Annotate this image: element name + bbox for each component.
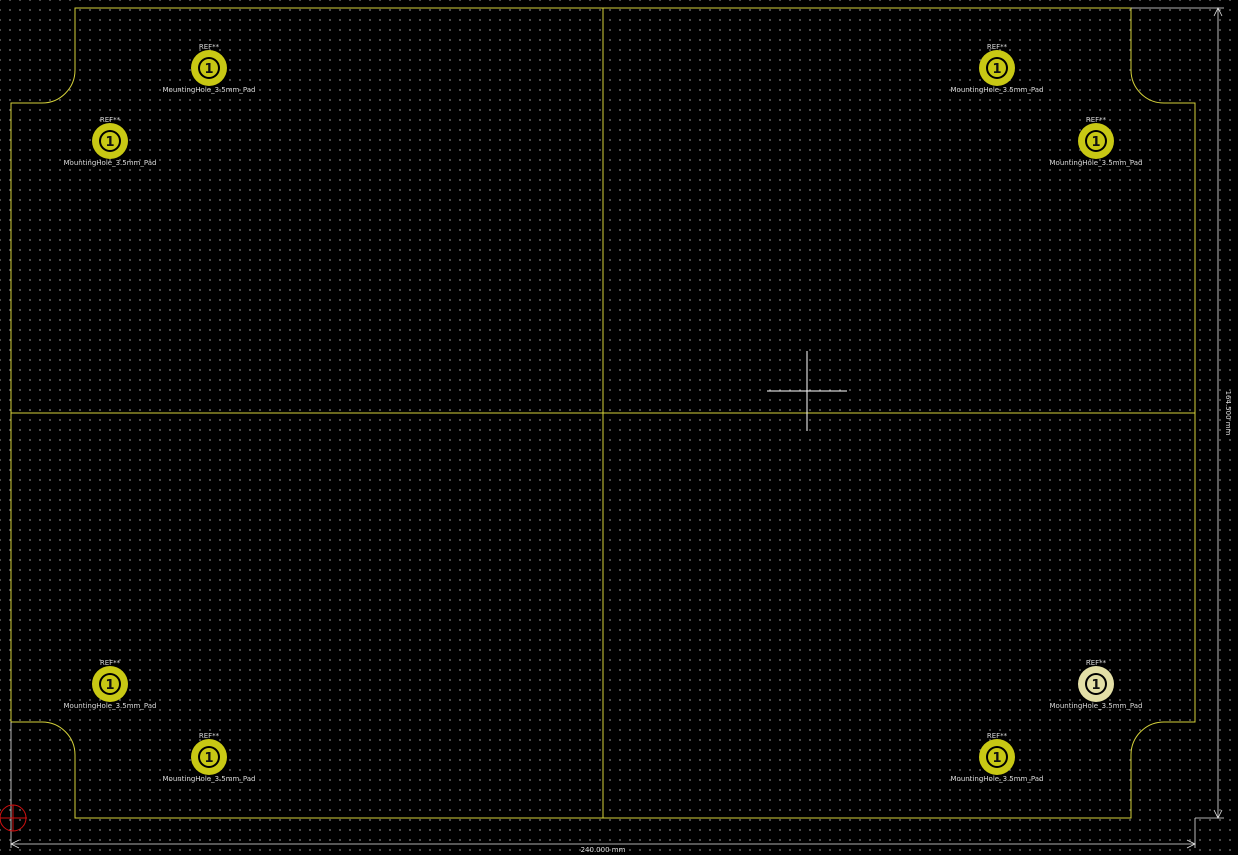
mounting-hole[interactable]: REF** 1 MountingHole_3.5mm_Pad (951, 732, 1044, 783)
footprint-value: MountingHole_3.5mm_Pad (1050, 159, 1143, 167)
mounting-hole-highlighted[interactable]: REF** 1 MountingHole_3.5mm_Pad (1050, 659, 1143, 710)
mounting-hole[interactable]: REF** 1 MountingHole_3.5mm_Pad (163, 732, 256, 783)
width-dimension-label: 240.000 mm (581, 846, 626, 854)
pad-number: 1 (992, 751, 1001, 766)
footprint-value: MountingHole_3.5mm_Pad (1050, 702, 1143, 710)
mounting-hole[interactable]: REF** 1 MountingHole_3.5mm_Pad (64, 659, 157, 710)
footprint-value: MountingHole_3.5mm_Pad (64, 702, 157, 710)
footprint-value: MountingHole_3.5mm_Pad (163, 86, 256, 94)
footprint-value: MountingHole_3.5mm_Pad (951, 775, 1044, 783)
footprint-value: MountingHole_3.5mm_Pad (951, 86, 1044, 94)
footprint-reference: REF** (1086, 116, 1107, 124)
crosshair-cursor-icon (767, 351, 847, 431)
board-drawing[interactable]: 240.000 mm 164.500 mm REF** 1 MountingHo… (0, 0, 1238, 855)
mounting-hole[interactable]: REF** 1 MountingHole_3.5mm_Pad (951, 43, 1044, 94)
pad-number: 1 (1091, 135, 1100, 150)
origin-marker-icon (0, 804, 27, 832)
pad-number: 1 (1091, 678, 1100, 693)
footprint-reference: REF** (1086, 659, 1107, 667)
pad-number: 1 (105, 135, 114, 150)
pad-number: 1 (105, 678, 114, 693)
footprint-reference: REF** (199, 732, 220, 740)
pad-number: 1 (204, 62, 213, 77)
footprint-value: MountingHole_3.5mm_Pad (163, 775, 256, 783)
pad-number: 1 (992, 62, 1001, 77)
mounting-hole[interactable]: REF** 1 MountingHole_3.5mm_Pad (64, 116, 157, 167)
footprint-reference: REF** (987, 43, 1008, 51)
mounting-hole[interactable]: REF** 1 MountingHole_3.5mm_Pad (1050, 116, 1143, 167)
pcb-editor-canvas[interactable]: 240.000 mm 164.500 mm REF** 1 MountingHo… (0, 0, 1238, 855)
footprint-reference: REF** (100, 116, 121, 124)
pad-number: 1 (204, 751, 213, 766)
footprint-reference: REF** (987, 732, 1008, 740)
height-dimension-label: 164.500 mm (1224, 391, 1232, 436)
mounting-hole[interactable]: REF** 1 MountingHole_3.5mm_Pad (163, 43, 256, 94)
footprint-reference: REF** (100, 659, 121, 667)
footprint-reference: REF** (199, 43, 220, 51)
footprint-value: MountingHole_3.5mm_Pad (64, 159, 157, 167)
